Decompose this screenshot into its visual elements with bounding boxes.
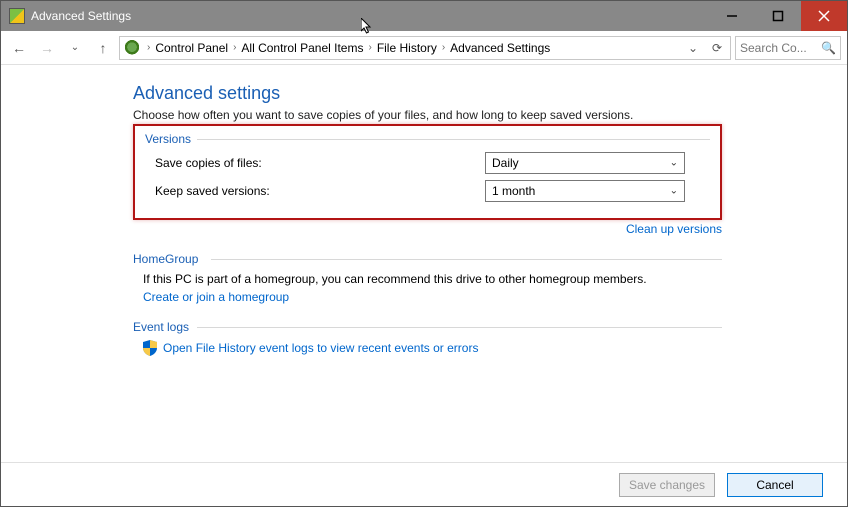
- close-icon: [818, 10, 830, 22]
- minimize-icon: [726, 10, 738, 22]
- chevron-right-icon: ›: [142, 42, 155, 53]
- keep-versions-value: 1 month: [492, 184, 535, 198]
- up-button[interactable]: ↑: [91, 36, 115, 60]
- window-title: Advanced Settings: [31, 9, 131, 23]
- breadcrumb-item[interactable]: Control Panel: [155, 41, 228, 55]
- footer: Save changes Cancel: [1, 462, 847, 506]
- search-placeholder: Search Co...: [740, 41, 807, 55]
- breadcrumb-item[interactable]: All Control Panel Items: [241, 41, 363, 55]
- cleanup-versions-link[interactable]: Clean up versions: [626, 222, 722, 236]
- keep-versions-select[interactable]: 1 month ⌄: [485, 180, 685, 202]
- recent-locations-button[interactable]: ⌄: [63, 36, 87, 60]
- keep-versions-label: Keep saved versions:: [155, 184, 485, 198]
- maximize-icon: [772, 10, 784, 22]
- close-button[interactable]: [801, 1, 847, 31]
- search-input[interactable]: Search Co... 🔍: [735, 36, 841, 60]
- maximize-button[interactable]: [755, 1, 801, 31]
- breadcrumb-item[interactable]: File History: [377, 41, 437, 55]
- page-title: Advanced settings: [133, 83, 807, 104]
- chevron-right-icon: ›: [437, 42, 450, 53]
- breadcrumb-item[interactable]: Advanced Settings: [450, 41, 550, 55]
- versions-section: Versions Save copies of files: Daily ⌄ K…: [133, 124, 722, 220]
- refresh-button[interactable]: ⟳: [708, 41, 726, 55]
- homegroup-description: If this PC is part of a homegroup, you c…: [143, 272, 722, 286]
- app-icon: [9, 8, 25, 24]
- homegroup-link[interactable]: Create or join a homegroup: [143, 290, 289, 304]
- homegroup-heading: HomeGroup: [133, 252, 722, 266]
- search-icon: 🔍: [821, 41, 836, 55]
- shield-icon: [143, 340, 157, 356]
- address-dropdown-button[interactable]: ⌄: [684, 41, 702, 55]
- save-copies-select[interactable]: Daily ⌄: [485, 152, 685, 174]
- save-copies-label: Save copies of files:: [155, 156, 485, 170]
- minimize-button[interactable]: [709, 1, 755, 31]
- content-area: Advanced settings Choose how often you w…: [1, 65, 847, 462]
- navbar: ← → ⌄ ↑ › Control Panel › All Control Pa…: [1, 31, 847, 65]
- chevron-right-icon: ›: [228, 42, 241, 53]
- titlebar: Advanced Settings: [1, 1, 847, 31]
- eventlogs-section: Event logs Open File History event logs …: [133, 320, 722, 356]
- forward-button[interactable]: →: [35, 36, 59, 60]
- cancel-button[interactable]: Cancel: [727, 473, 823, 497]
- save-copies-value: Daily: [492, 156, 519, 170]
- back-button[interactable]: ←: [7, 36, 31, 60]
- breadcrumb[interactable]: › Control Panel › All Control Panel Item…: [119, 36, 731, 60]
- homegroup-section: HomeGroup If this PC is part of a homegr…: [133, 252, 722, 304]
- eventlogs-heading: Event logs: [133, 320, 722, 334]
- versions-heading: Versions: [145, 132, 710, 146]
- chevron-right-icon: ›: [363, 42, 376, 53]
- chevron-down-icon: ⌄: [670, 158, 678, 169]
- control-panel-icon: [124, 40, 140, 56]
- chevron-down-icon: ⌄: [670, 186, 678, 197]
- eventlogs-link[interactable]: Open File History event logs to view rec…: [163, 341, 478, 355]
- page-description: Choose how often you want to save copies…: [133, 108, 807, 122]
- save-button[interactable]: Save changes: [619, 473, 715, 497]
